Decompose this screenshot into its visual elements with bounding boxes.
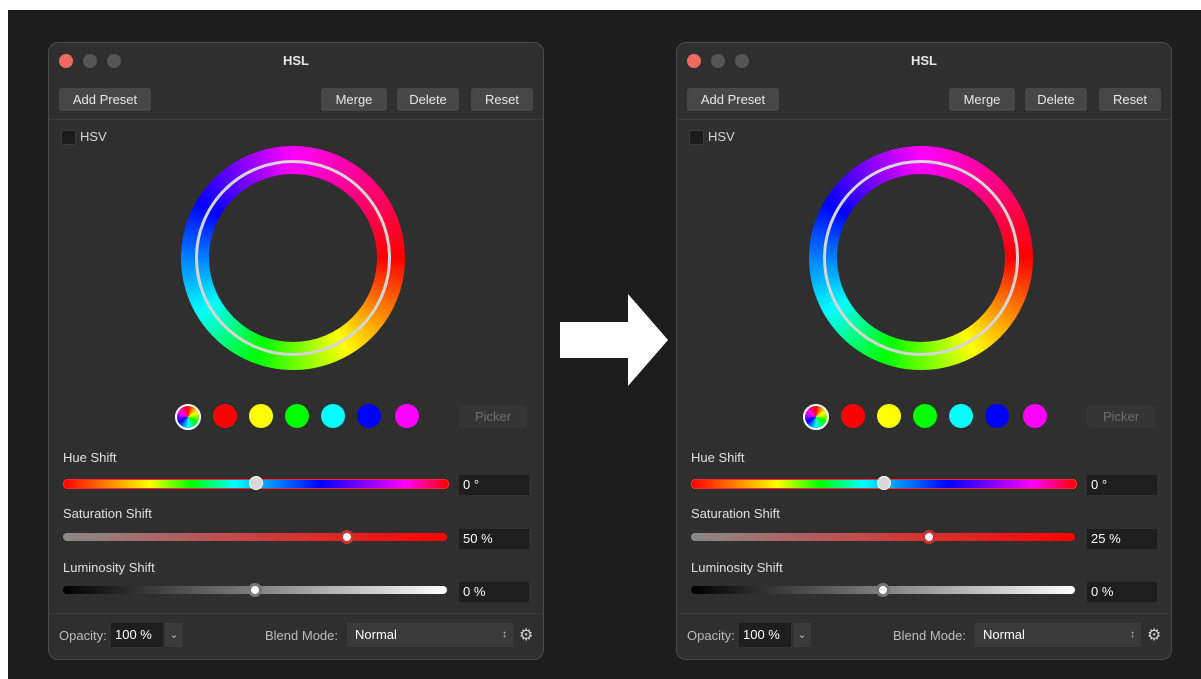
saturation-shift-label: Saturation Shift (63, 506, 152, 521)
swatch-red[interactable] (213, 404, 237, 428)
hue-shift-label: Hue Shift (691, 450, 745, 465)
swatch-green[interactable] (913, 404, 937, 428)
saturation-shift-value[interactable]: 25 % (1087, 529, 1157, 549)
reset-button[interactable]: Reset (1099, 88, 1161, 111)
panel-title: HSL (283, 53, 309, 68)
luminosity-shift-label: Luminosity Shift (691, 560, 783, 575)
merge-button[interactable]: Merge (949, 88, 1015, 111)
hsv-label: HSV (80, 129, 107, 144)
reset-button[interactable]: Reset (471, 88, 533, 111)
divider (49, 119, 543, 120)
opacity-dropdown-chevron-icon[interactable]: ⌄ (793, 623, 811, 647)
saturation-shift-slider[interactable] (63, 533, 447, 541)
color-wheel[interactable] (181, 146, 405, 370)
opacity-label: Opacity: (59, 628, 107, 643)
blend-mode-select[interactable]: Normal ↕ (975, 623, 1141, 647)
hsv-checkbox[interactable] (61, 130, 76, 145)
hue-shift-value[interactable]: 0 ° (459, 475, 529, 495)
picker-button[interactable]: Picker (1087, 406, 1155, 428)
saturation-shift-slider[interactable] (691, 533, 1075, 541)
luminosity-shift-label: Luminosity Shift (63, 560, 155, 575)
delete-button[interactable]: Delete (1025, 88, 1087, 111)
opacity-label: Opacity: (687, 628, 735, 643)
updown-chevron-icon: ↕ (1130, 629, 1135, 640)
swatch-cyan[interactable] (321, 404, 345, 428)
swatch-blue[interactable] (985, 404, 1009, 428)
divider (677, 119, 1171, 120)
hue-shift-handle[interactable] (249, 476, 263, 490)
swatch-yellow[interactable] (249, 404, 273, 428)
blend-mode-select[interactable]: Normal ↕ (347, 623, 513, 647)
saturation-shift-value[interactable]: 50 % (459, 529, 529, 549)
updown-chevron-icon: ↕ (502, 629, 507, 640)
swatch-yellow[interactable] (877, 404, 901, 428)
saturation-shift-handle[interactable] (340, 530, 354, 544)
gear-icon[interactable]: ⚙ (519, 625, 533, 645)
hsl-panel-after: HSL Add Preset Merge Delete Reset HSV Pi… (676, 42, 1172, 660)
divider (677, 613, 1171, 614)
right-arrow-icon (560, 294, 668, 386)
delete-button[interactable]: Delete (397, 88, 459, 111)
panel-title: HSL (911, 53, 937, 68)
swatch-blue[interactable] (357, 404, 381, 428)
saturation-shift-label: Saturation Shift (691, 506, 780, 521)
title-bar: HSL (677, 43, 1171, 79)
blend-mode-value: Normal (983, 627, 1025, 642)
color-wheel[interactable] (809, 146, 1033, 370)
title-bar: HSL (49, 43, 543, 79)
luminosity-shift-handle[interactable] (876, 583, 890, 597)
blend-mode-label: Blend Mode: (265, 628, 338, 643)
picker-button[interactable]: Picker (459, 406, 527, 428)
blend-mode-label: Blend Mode: (893, 628, 966, 643)
saturation-shift-handle[interactable] (922, 530, 936, 544)
swatch-cyan[interactable] (949, 404, 973, 428)
luminosity-shift-value[interactable]: 0 % (459, 582, 529, 602)
swatch-magenta[interactable] (395, 404, 419, 428)
swatch-green[interactable] (285, 404, 309, 428)
luminosity-shift-handle[interactable] (248, 583, 262, 597)
opacity-dropdown-chevron-icon[interactable]: ⌄ (165, 623, 183, 647)
divider (49, 613, 543, 614)
hsl-panel-before: HSL Add Preset Merge Delete Reset HSV Pi… (48, 42, 544, 660)
gear-icon[interactable]: ⚙ (1147, 625, 1161, 645)
hue-shift-label: Hue Shift (63, 450, 117, 465)
hue-shift-value[interactable]: 0 ° (1087, 475, 1157, 495)
swatch-master[interactable] (803, 404, 829, 430)
blend-mode-value: Normal (355, 627, 397, 642)
hue-shift-handle[interactable] (877, 476, 891, 490)
luminosity-shift-value[interactable]: 0 % (1087, 582, 1157, 602)
merge-button[interactable]: Merge (321, 88, 387, 111)
swatch-magenta[interactable] (1023, 404, 1047, 428)
opacity-field[interactable]: 100 % (111, 623, 163, 647)
swatch-red[interactable] (841, 404, 865, 428)
add-preset-button[interactable]: Add Preset (59, 88, 151, 111)
opacity-field[interactable]: 100 % (739, 623, 791, 647)
swatch-master[interactable] (175, 404, 201, 430)
hsv-checkbox[interactable] (689, 130, 704, 145)
color-wheel-range-ring[interactable] (195, 160, 391, 356)
color-wheel-range-ring[interactable] (823, 160, 1019, 356)
add-preset-button[interactable]: Add Preset (687, 88, 779, 111)
hsv-label: HSV (708, 129, 735, 144)
